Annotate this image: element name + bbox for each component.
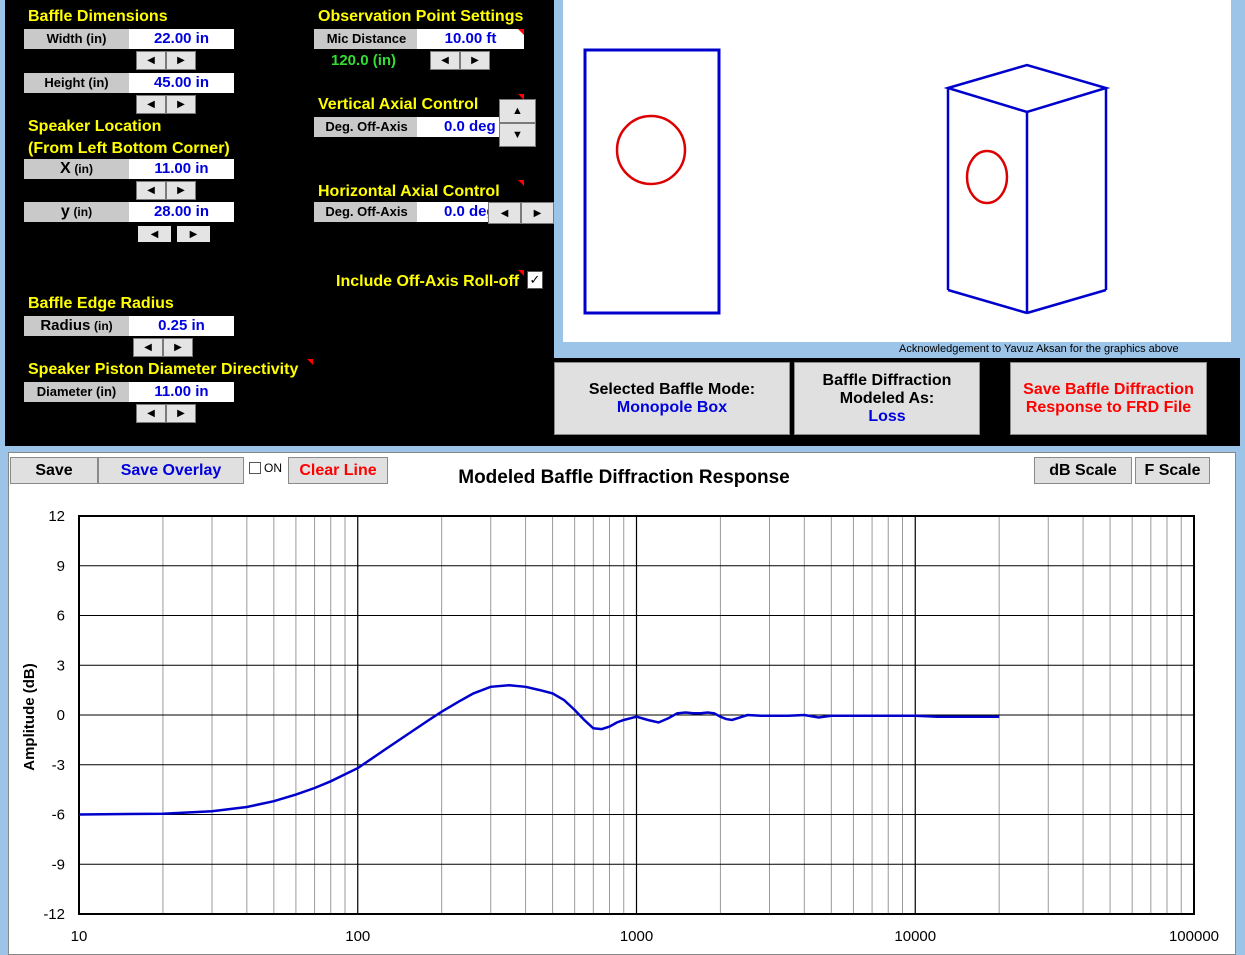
mic-distance-field[interactable]: 10.00 ft — [417, 29, 524, 49]
modeled-as-button[interactable]: Baffle Diffraction Modeled As: Loss — [794, 362, 980, 435]
x-tick-label: 100 — [345, 928, 370, 945]
observation-title: Observation Point Settings — [318, 8, 524, 25]
radius-decrease-arrow-icon[interactable]: ◀ — [133, 338, 163, 357]
x-tick-label: 10000 — [894, 928, 936, 945]
comment-marker-icon — [518, 270, 524, 276]
edge-radius-title: Baffle Edge Radius — [28, 295, 174, 312]
mic-decrease-arrow-icon[interactable]: ◀ — [430, 51, 460, 70]
comment-marker-icon — [307, 359, 313, 365]
baffle-dimensions-title: Baffle Dimensions — [28, 8, 168, 25]
chart-title: Modeled Baffle Diffraction Response — [458, 467, 790, 488]
diameter-increase-arrow-icon[interactable]: ▶ — [166, 404, 196, 423]
chart-tick-labels: 12 9 6 3 0 -3 -6 -9 -12 10 100 1000 10000 100000 — [43, 508, 1219, 945]
radius-spinner[interactable]: ◀ ▶ — [133, 338, 193, 357]
box-speaker-ellipse — [965, 149, 1009, 205]
vertical-spinner[interactable]: ▲ ▼ — [499, 99, 536, 147]
control-panel: Baffle Dimensions Width (in) 22.00 in ◀ … — [5, 0, 554, 446]
baffle-graphics — [583, 48, 1111, 315]
y-tick-label: 3 — [57, 657, 65, 674]
comment-marker-icon — [518, 180, 524, 186]
height-field[interactable]: 45.00 in — [129, 73, 234, 93]
x-label: X (in) — [24, 159, 129, 179]
x-decrease-arrow-icon[interactable]: ◀ — [136, 181, 166, 200]
x-tick-label: 1000 — [620, 928, 653, 945]
vertical-title: Vertical Axial Control — [318, 96, 479, 113]
mic-spinner[interactable]: ◀ ▶ — [430, 51, 490, 70]
horizontal-decrease-arrow-icon[interactable]: ◀ — [488, 202, 521, 224]
mic-increase-arrow-icon[interactable]: ▶ — [460, 51, 490, 70]
horizontal-increase-arrow-icon[interactable]: ▶ — [521, 202, 554, 224]
radius-increase-arrow-icon[interactable]: ▶ — [163, 338, 193, 357]
height-label: Height (in) — [24, 73, 129, 93]
chart-panel: Save Save Overlay ON Clear Line dB Scale… — [8, 452, 1236, 955]
height-decrease-arrow-icon[interactable]: ◀ — [136, 95, 166, 114]
rolloff-checkbox[interactable]: ✓ — [527, 271, 543, 289]
y-tick-label: -6 — [52, 807, 65, 824]
y-tick-label: 6 — [57, 608, 65, 625]
front-speaker-circle — [615, 114, 687, 186]
vertical-up-arrow-icon[interactable]: ▲ — [499, 99, 536, 123]
horizontal-title: Horizontal Axial Control — [318, 183, 500, 200]
rolloff-label: Include Off-Axis Roll-off — [336, 273, 520, 290]
vertical-offaxis-field[interactable]: 0.0 deg — [417, 117, 501, 137]
mic-inches-readout: 120.0 (in) — [331, 52, 397, 69]
y-tick-label: 0 — [57, 707, 65, 724]
speaker-location-title: Speaker Location — [28, 118, 162, 135]
y-label: y (in) — [24, 202, 129, 222]
y-tick-label: -12 — [43, 906, 65, 923]
radius-label: Radius (in) — [24, 316, 129, 336]
x-position-field[interactable]: 11.00 in — [129, 159, 234, 179]
y-axis-label: Amplitude (dB) — [21, 663, 38, 770]
y-tick-label: -9 — [52, 856, 65, 873]
piston-title: Speaker Piston Diameter Directivity — [28, 361, 299, 378]
x-tick-label: 100000 — [1169, 928, 1219, 945]
y-decrease-arrow-icon[interactable]: ◀ — [136, 224, 173, 244]
diameter-decrease-arrow-icon[interactable]: ◀ — [136, 404, 166, 423]
horizontal-offaxis-field[interactable]: 0.0 deg — [417, 202, 493, 222]
width-decrease-arrow-icon[interactable]: ◀ — [136, 51, 166, 70]
speaker-location-subtitle: (From Left Bottom Corner) — [28, 140, 230, 157]
width-label: Width (in) — [24, 29, 129, 49]
chart-grid — [78, 515, 1194, 915]
vertical-offaxis-label: Deg. Off-Axis — [314, 117, 419, 137]
diameter-field[interactable]: 11.00 in — [129, 382, 234, 402]
diameter-label: Diameter (in) — [24, 382, 129, 402]
diameter-spinner[interactable]: ◀ ▶ — [136, 404, 196, 423]
y-increase-arrow-icon[interactable]: ▶ — [175, 224, 212, 244]
box-3d-outline — [943, 63, 1111, 315]
y-tick-label: 12 — [48, 508, 65, 525]
horizontal-spinner[interactable]: ◀ ▶ — [488, 202, 554, 224]
front-baffle-outline — [583, 48, 721, 315]
save-frd-button[interactable]: Save Baffle Diffraction Response to FRD … — [1010, 362, 1207, 435]
y-tick-label: 9 — [57, 558, 65, 575]
vertical-down-arrow-icon[interactable]: ▼ — [499, 123, 536, 147]
comment-marker-icon — [518, 29, 524, 35]
width-field[interactable]: 22.00 in — [129, 29, 234, 49]
height-increase-arrow-icon[interactable]: ▶ — [166, 95, 196, 114]
acknowledgement-text: Acknowledgement to Yavuz Aksan for the g… — [899, 343, 1179, 355]
height-spinner[interactable]: ◀ ▶ — [136, 95, 196, 114]
y-tick-label: -3 — [52, 757, 65, 774]
width-increase-arrow-icon[interactable]: ▶ — [166, 51, 196, 70]
response-chart: Modeled Baffle Diffraction Response Ampl… — [21, 467, 1219, 945]
width-spinner[interactable]: ◀ ▶ — [136, 51, 196, 70]
x-spinner[interactable]: ◀ ▶ — [136, 181, 196, 200]
y-position-field[interactable]: 28.00 in — [129, 202, 234, 222]
y-spinner[interactable]: ◀ ▶ — [136, 224, 212, 244]
horizontal-offaxis-label: Deg. Off-Axis — [314, 202, 419, 222]
mic-distance-label: Mic Distance — [314, 29, 419, 49]
baffle-graphics-panel — [563, 0, 1231, 342]
baffle-mode-button[interactable]: Selected Baffle Mode: Monopole Box — [554, 362, 790, 435]
series-line — [78, 683, 1000, 816]
x-increase-arrow-icon[interactable]: ▶ — [166, 181, 196, 200]
x-tick-label: 10 — [71, 928, 88, 945]
radius-field[interactable]: 0.25 in — [129, 316, 234, 336]
